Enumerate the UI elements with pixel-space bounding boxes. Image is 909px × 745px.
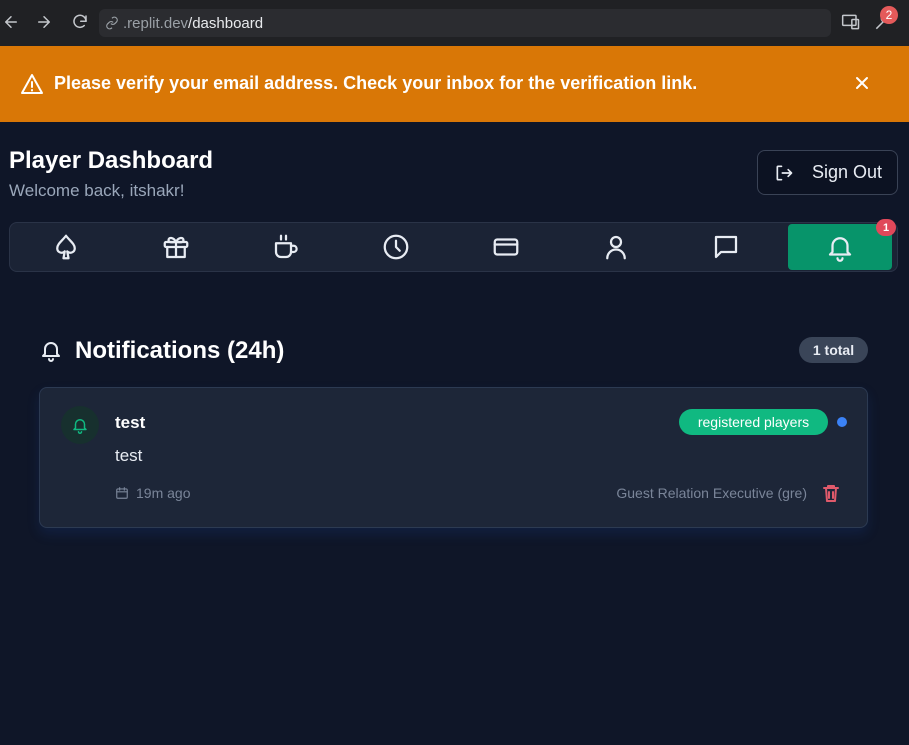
audience-badge: registered players <box>679 409 828 435</box>
user-icon <box>606 235 626 260</box>
spade-icon <box>56 234 76 260</box>
warning-triangle-icon <box>20 73 44 95</box>
url-path: /dashboard <box>188 14 264 32</box>
tab-rewards[interactable] <box>124 224 228 270</box>
notification-count-badge: 1 <box>876 219 896 236</box>
bell-icon <box>39 337 63 363</box>
banner-message: Please verify your email address. Check … <box>54 73 698 93</box>
notification-title: test <box>115 413 146 432</box>
clock-icon <box>383 234 409 260</box>
notification-sender: Guest Relation Executive (gre) <box>616 485 807 501</box>
notification-time: 19m ago <box>136 485 191 501</box>
forward-arrow-icon[interactable] <box>33 11 55 33</box>
reload-icon[interactable] <box>69 11 91 33</box>
credit-card-icon <box>493 238 519 256</box>
link-icon <box>106 16 118 30</box>
welcome-message: Welcome back, itshakr! <box>9 181 185 200</box>
sign-out-button[interactable]: Sign Out <box>757 150 898 195</box>
dashboard-tab-bar <box>9 222 898 272</box>
total-count-badge: 1 total <box>799 337 868 363</box>
page-title: Player Dashboard <box>9 147 214 174</box>
message-icon <box>714 235 738 259</box>
back-arrow-icon[interactable] <box>0 11 22 33</box>
close-icon[interactable] <box>853 74 871 92</box>
tab-profile[interactable] <box>564 224 668 270</box>
extension-badge: 2 <box>880 6 898 24</box>
gift-icon <box>163 236 189 259</box>
notification-body: test <box>115 446 143 465</box>
verify-email-banner: Please verify your email address. Check … <box>0 46 909 122</box>
browser-toolbar: .replit.dev/dashboard 2 <box>0 0 909 46</box>
coffee-icon <box>274 234 298 259</box>
sign-out-label: Sign Out <box>812 162 883 182</box>
notification-avatar <box>61 406 99 444</box>
address-bar[interactable]: .replit.dev/dashboard <box>99 9 831 37</box>
unread-indicator <box>837 417 847 427</box>
tab-food[interactable] <box>234 224 338 270</box>
sign-out-icon <box>776 165 793 180</box>
notifications-heading: Notifications (24h) <box>75 337 285 364</box>
calendar-icon <box>115 486 129 500</box>
tab-history[interactable] <box>344 224 448 270</box>
devices-icon[interactable] <box>841 12 863 34</box>
trash-icon[interactable] <box>822 483 840 503</box>
tab-games[interactable] <box>14 224 118 270</box>
bell-icon <box>828 237 852 262</box>
url-domain: .replit.dev <box>123 14 189 32</box>
tab-payments[interactable] <box>454 224 558 270</box>
tab-messages[interactable] <box>674 224 778 270</box>
bell-icon <box>73 419 87 434</box>
